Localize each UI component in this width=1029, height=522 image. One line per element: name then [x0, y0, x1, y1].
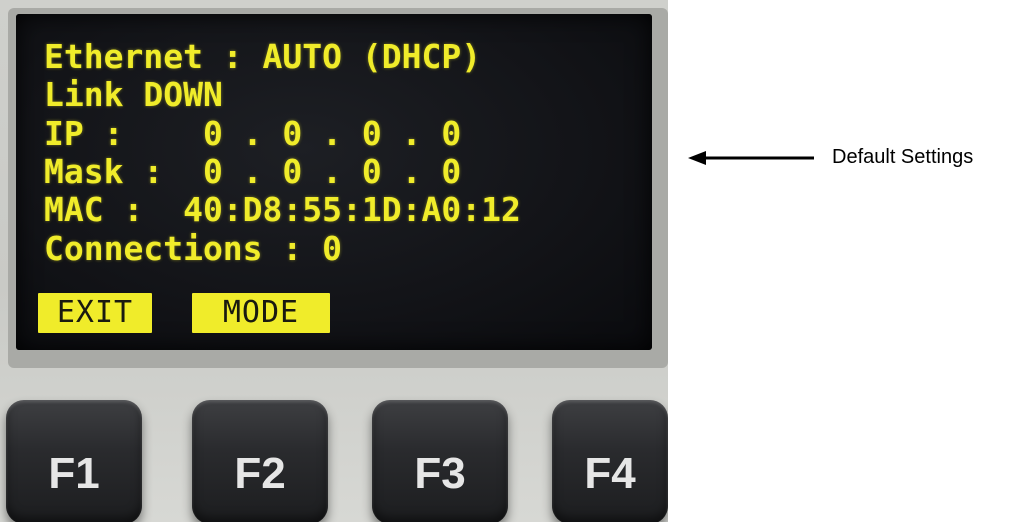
mac-address-line: MAC : 40:D8:55:1D:A0:12	[44, 190, 521, 229]
ip-address-line: IP : 0 . 0 . 0 . 0	[44, 114, 462, 153]
f2-button[interactable]: F2	[192, 400, 328, 522]
link-status-line: Link DOWN	[44, 75, 223, 114]
subnet-mask-line: Mask : 0 . 0 . 0 . 0	[44, 152, 462, 191]
exit-softkey-label: EXIT	[38, 293, 152, 333]
ethernet-mode-line: Ethernet : AUTO (DHCP)	[44, 37, 482, 76]
f1-button[interactable]: F1	[6, 400, 142, 522]
left-arrow-icon	[688, 151, 814, 165]
f3-button[interactable]: F3	[372, 400, 508, 522]
connections-line: Connections : 0	[44, 229, 343, 268]
default-settings-label: Default Settings	[832, 146, 974, 168]
device-photo: Ethernet : AUTO (DHCP) Link DOWN IP : 0 …	[0, 0, 668, 522]
mode-softkey-label: MODE	[192, 293, 330, 333]
lcd-screen: Ethernet : AUTO (DHCP) Link DOWN IP : 0 …	[16, 14, 652, 350]
f4-button[interactable]: F4	[552, 400, 668, 522]
